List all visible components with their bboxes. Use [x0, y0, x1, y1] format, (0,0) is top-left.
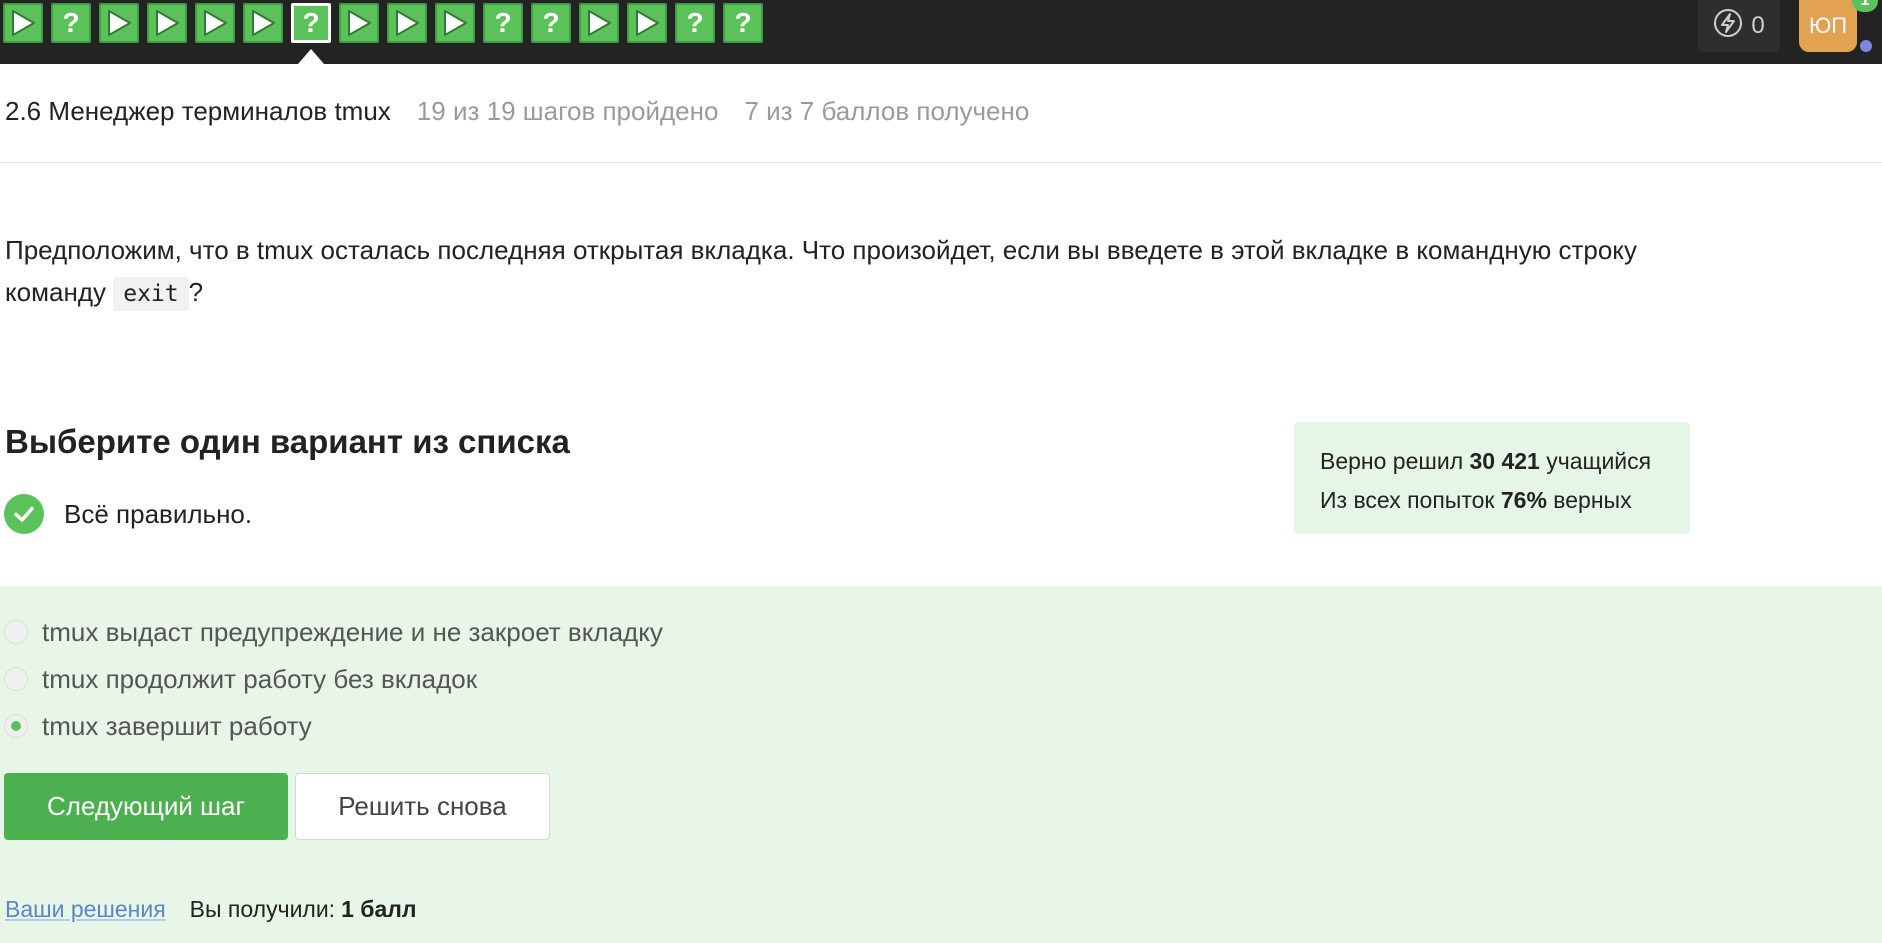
option-2[interactable]: tmux продолжит работу без вкладок: [4, 663, 477, 695]
step-quiz[interactable]: ?: [531, 3, 571, 43]
current-step-pointer: [298, 49, 324, 64]
radio-button[interactable]: [4, 667, 28, 691]
avatar-initials: ЮП: [1808, 13, 1848, 38]
play-icon: [348, 10, 371, 36]
step-video[interactable]: [339, 3, 379, 43]
solved-suffix: учащийся: [1539, 448, 1652, 474]
user-avatar[interactable]: ЮП: [1799, 0, 1857, 52]
header-divider: [0, 162, 1882, 163]
step-video[interactable]: [627, 3, 667, 43]
step-video[interactable]: [387, 3, 427, 43]
points-progress: 7 из 7 баллов получено: [744, 95, 1030, 126]
step-video[interactable]: [147, 3, 187, 43]
play-icon: [444, 10, 467, 36]
step-video[interactable]: [3, 3, 43, 43]
question-mark-icon: ?: [734, 7, 752, 38]
lightning-icon: [1713, 8, 1743, 45]
energy-counter[interactable]: 0: [1698, 0, 1780, 52]
step-quiz[interactable]: ?: [483, 3, 523, 43]
play-icon: [588, 10, 611, 36]
question-text-before: Предположим, что в tmux осталась последн…: [5, 235, 1637, 307]
solved-prefix: Верно решил: [1320, 448, 1470, 474]
lesson-header: 2.6 Менеджер терминалов tmux 19 из 19 ша…: [5, 94, 1029, 128]
next-step-button[interactable]: Следующий шаг: [4, 773, 288, 840]
play-icon: [252, 10, 275, 36]
solve-again-button[interactable]: Решить снова: [295, 773, 550, 840]
question-mark-icon: ?: [62, 7, 80, 38]
option-label: tmux завершит работу: [42, 710, 312, 741]
step-quiz[interactable]: ?: [51, 3, 91, 43]
solved-count: 30 421: [1469, 448, 1540, 474]
question-text-after: ?: [188, 277, 204, 307]
play-icon: [108, 10, 131, 36]
radio-button-selected[interactable]: [4, 714, 28, 738]
lesson-title[interactable]: 2.6 Менеджер терминалов tmux: [5, 96, 391, 127]
option-1[interactable]: tmux выдаст предупреждение и не закроет …: [4, 616, 663, 648]
step-video[interactable]: [435, 3, 475, 43]
attempts-suffix: верных: [1546, 487, 1632, 513]
option-label: tmux продолжит работу без вкладок: [42, 663, 478, 694]
notification-count: 1: [1860, 0, 1870, 9]
result-status: Всё правильно.: [4, 494, 252, 534]
checkmark-icon: [4, 494, 44, 534]
option-label: tmux выдаст предупреждение и не закроет …: [42, 616, 663, 647]
submission-footer: Ваши решения Вы получили: 1 балл: [5, 894, 416, 924]
attempts-prefix: Из всех попыток: [1320, 487, 1501, 513]
question-mark-icon: ?: [686, 7, 704, 38]
attempts-percent: 76%: [1500, 487, 1547, 513]
attempts-line: Из всех попыток 76% верных: [1320, 481, 1690, 520]
energy-value: 0: [1751, 12, 1765, 39]
result-text: Всё правильно.: [64, 498, 253, 529]
question-text: Предположим, что в tmux осталась последн…: [5, 229, 1645, 315]
play-icon: [204, 10, 227, 36]
step-quiz[interactable]: ?: [675, 3, 715, 43]
option-3[interactable]: tmux завершит работу: [4, 710, 312, 742]
step-video[interactable]: [243, 3, 283, 43]
play-icon: [12, 10, 35, 36]
your-solutions-link[interactable]: Ваши решения: [5, 896, 166, 923]
solved-count-line: Верно решил 30 421 учащийся: [1320, 442, 1690, 481]
question-mark-icon: ?: [542, 7, 560, 38]
play-icon: [396, 10, 419, 36]
score-value: 1 балл: [341, 895, 417, 922]
question-mark-icon: ?: [494, 7, 512, 38]
play-icon: [636, 10, 659, 36]
play-icon: [156, 10, 179, 36]
online-status-dot: [1860, 40, 1872, 52]
step-quiz[interactable]: ?: [723, 3, 763, 43]
step-video[interactable]: [99, 3, 139, 43]
radio-button[interactable]: [4, 620, 28, 644]
question-mark-icon: ?: [302, 7, 320, 38]
quiz-instruction: Выберите один вариант из списка: [5, 423, 570, 460]
solve-stats: Верно решил 30 421 учащийся Из всех попы…: [1294, 422, 1690, 534]
step-video[interactable]: [579, 3, 619, 43]
step-video[interactable]: [195, 3, 235, 43]
step-quiz[interactable]: ?: [291, 3, 331, 43]
question-code: exit: [113, 277, 189, 311]
steps-progress: 19 из 19 шагов пройдено: [416, 95, 719, 126]
score-label: Вы получили:: [189, 895, 336, 922]
top-navigation-bar: ?????? 0 ЮП 1: [0, 0, 1882, 64]
radio-dot: [11, 721, 21, 731]
